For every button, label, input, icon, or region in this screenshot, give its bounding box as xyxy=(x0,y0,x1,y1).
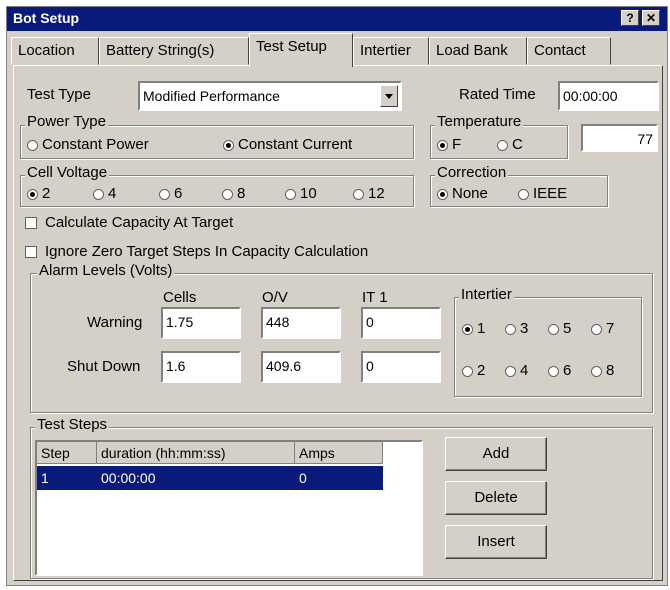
radio-icon[interactable] xyxy=(548,365,559,377)
correction-label: Correction xyxy=(435,164,509,181)
chevron-down-icon[interactable] xyxy=(380,85,398,107)
column-header-step[interactable]: Step xyxy=(37,442,97,464)
intertier-option[interactable]: 1 xyxy=(462,320,485,337)
tab-intertier[interactable]: Intertier xyxy=(353,37,429,65)
warning-ov-field[interactable]: 448 xyxy=(261,307,341,339)
column-header-amps[interactable]: Amps xyxy=(295,442,383,464)
insert-button[interactable]: Insert xyxy=(445,525,547,559)
tab-location[interactable]: Location xyxy=(11,37,99,65)
close-icon[interactable]: ✕ xyxy=(642,10,660,26)
test-steps-label: Test Steps xyxy=(35,416,110,433)
rated-time-field[interactable]: 00:00:00 xyxy=(558,81,659,111)
intertier-option[interactable]: 6 xyxy=(548,362,571,379)
calc-capacity-checkbox[interactable]: Calculate Capacity At Target xyxy=(25,214,233,231)
temperature-field[interactable]: 77 xyxy=(581,124,658,152)
radio-icon[interactable] xyxy=(548,323,559,335)
shutdown-cells-field[interactable]: 1.6 xyxy=(161,351,241,383)
delete-button[interactable]: Delete xyxy=(445,481,547,515)
alarm-levels-label: Alarm Levels (Volts) xyxy=(37,262,175,279)
temperature-option[interactable]: C xyxy=(497,136,523,153)
test-type-dropdown[interactable]: Modified Performance xyxy=(138,81,402,111)
radio-selected-icon[interactable] xyxy=(437,188,448,200)
help-icon[interactable]: ? xyxy=(621,10,639,26)
radio-icon[interactable] xyxy=(591,323,602,335)
radio-selected-icon[interactable] xyxy=(462,323,473,335)
test-type-value: Modified Performance xyxy=(143,88,280,104)
warning-cells-field[interactable]: 1.75 xyxy=(161,307,241,339)
radio-icon[interactable] xyxy=(591,365,602,377)
radio-selected-icon[interactable] xyxy=(27,188,38,200)
radio-icon[interactable] xyxy=(462,365,473,377)
intertier-option[interactable]: 2 xyxy=(462,362,485,379)
intertier-option[interactable]: 5 xyxy=(548,320,571,337)
checkbox-icon[interactable] xyxy=(25,246,37,259)
ignore-zero-checkbox[interactable]: Ignore Zero Target Steps In Capacity Cal… xyxy=(25,243,368,260)
cell-voltage-option[interactable]: 8 xyxy=(222,185,245,202)
column-header-it1: IT 1 xyxy=(362,289,388,306)
warning-it1-field[interactable]: 0 xyxy=(361,307,441,339)
intertier-option[interactable]: 7 xyxy=(591,320,614,337)
shutdown-ov-field[interactable]: 409.6 xyxy=(261,351,341,383)
intertier-label: Intertier xyxy=(459,286,514,303)
radio-selected-icon[interactable] xyxy=(437,139,448,151)
power-type-option[interactable]: Constant Current xyxy=(223,136,352,153)
radio-icon[interactable] xyxy=(159,188,170,200)
cell-voltage-label: Cell Voltage xyxy=(25,164,110,181)
intertier-option[interactable]: 3 xyxy=(505,320,528,337)
cell-voltage-option[interactable]: 10 xyxy=(285,185,317,202)
test-steps-list[interactable]: Step duration (hh:mm:ss) Amps 1 00:00:00… xyxy=(35,440,423,576)
correction-option[interactable]: None xyxy=(437,185,488,202)
shutdown-it1-field[interactable]: 0 xyxy=(361,351,441,383)
duration-cell: 00:00:00 xyxy=(101,470,156,486)
radio-icon[interactable] xyxy=(285,188,296,200)
radio-icon[interactable] xyxy=(222,188,233,200)
radio-icon[interactable] xyxy=(505,365,516,377)
add-button[interactable]: Add xyxy=(445,437,547,471)
correction-option[interactable]: IEEE xyxy=(518,185,567,202)
test-type-label: Test Type xyxy=(27,86,91,103)
tab-contact[interactable]: Contact xyxy=(527,37,611,65)
amps-cell: 0 xyxy=(299,470,307,486)
title-bar[interactable]: Bot Setup ? ✕ xyxy=(7,7,667,31)
rated-time-label: Rated Time xyxy=(459,86,536,103)
cell-voltage-option[interactable]: 6 xyxy=(159,185,182,202)
power-type-option[interactable]: Constant Power xyxy=(27,136,149,153)
tab-test-setup[interactable]: Test Setup xyxy=(249,33,353,67)
cell-voltage-option[interactable]: 2 xyxy=(27,185,50,202)
warning-label: Warning xyxy=(87,314,143,331)
column-header-duration[interactable]: duration (hh:mm:ss) xyxy=(97,442,295,464)
tab-load-bank[interactable]: Load Bank xyxy=(429,37,527,65)
power-type-label: Power Type xyxy=(25,113,108,130)
radio-selected-icon[interactable] xyxy=(223,139,234,151)
window-title: Bot Setup xyxy=(13,10,80,26)
radio-icon[interactable] xyxy=(505,323,516,335)
radio-icon[interactable] xyxy=(93,188,104,200)
tab-battery-strings[interactable]: Battery String(s) xyxy=(99,37,249,65)
shutdown-label: Shut Down xyxy=(67,358,141,375)
cell-voltage-option[interactable]: 4 xyxy=(93,185,116,202)
intertier-group: Intertier xyxy=(454,287,642,397)
radio-icon[interactable] xyxy=(353,188,364,200)
temperature-option[interactable]: F xyxy=(437,136,461,153)
radio-icon[interactable] xyxy=(518,188,529,200)
bot-setup-window: Bot Setup ? ✕ Location Battery String(s)… xyxy=(6,6,668,586)
column-header-cells: Cells xyxy=(163,289,197,306)
column-header-ov: O/V xyxy=(262,289,288,306)
temperature-label: Temperature xyxy=(435,113,524,130)
radio-icon[interactable] xyxy=(497,139,508,151)
cell-voltage-option[interactable]: 12 xyxy=(353,185,385,202)
step-cell: 1 xyxy=(41,470,49,486)
intertier-option[interactable]: 4 xyxy=(505,362,528,379)
table-row[interactable]: 1 00:00:00 0 xyxy=(37,466,383,490)
checkbox-icon[interactable] xyxy=(25,217,37,230)
intertier-option[interactable]: 8 xyxy=(591,362,614,379)
radio-icon[interactable] xyxy=(27,139,38,151)
